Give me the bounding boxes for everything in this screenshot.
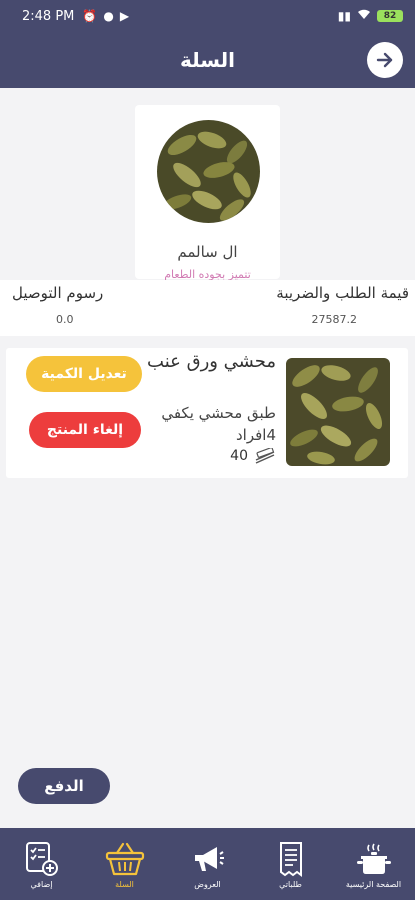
order-summary: قيمة الطلب والضريبة 27587.2 رسوم التوصيل… xyxy=(0,280,415,336)
pay-button[interactable]: الدفع xyxy=(18,768,110,804)
nav-item-orders[interactable]: طلباتي xyxy=(249,840,332,889)
bottom-nav: إضافي السلة العروض طلباتي الصفحة الرئيسي… xyxy=(0,828,415,900)
wifi-icon xyxy=(357,9,371,23)
cart-item: محشي ورق عنب طبق محشي يكفي 4افراد 40 تعد… xyxy=(6,348,408,478)
remove-product-button[interactable]: إلغاء المنتج xyxy=(29,412,141,448)
arrow-right-icon xyxy=(376,52,393,68)
delivery-fee-label: رسوم التوصيل xyxy=(12,284,104,302)
signal-icon: ▮▮ xyxy=(337,9,351,23)
product-image xyxy=(286,358,390,466)
nav-label-orders: طلباتي xyxy=(279,880,302,889)
back-button[interactable] xyxy=(367,42,403,78)
receipt-icon xyxy=(278,840,304,878)
app-bar: السلة xyxy=(0,32,415,88)
quantity-icon xyxy=(255,448,275,464)
nav-label-home: الصفحة الرئيسية xyxy=(345,880,402,889)
order-total-value: 27587.2 xyxy=(311,313,358,326)
store-card: ال سالمم تتميز بجوده الطعام xyxy=(135,105,280,281)
product-description: طبق محشي يكفي 4افراد xyxy=(161,404,276,444)
nav-item-home[interactable]: الصفحة الرئيسية xyxy=(332,840,415,889)
delivery-fee-value: 0.0 xyxy=(56,313,74,326)
nav-item-extra[interactable]: إضافي xyxy=(0,840,83,889)
nav-label-extra: إضافي xyxy=(30,880,53,889)
alarm-icon: ⏰ xyxy=(82,9,98,23)
nav-item-cart[interactable]: السلة xyxy=(83,840,166,889)
nav-item-offers[interactable]: العروض xyxy=(166,840,249,889)
notification-icon: ● xyxy=(103,9,114,23)
quantity-value: 40 xyxy=(230,448,248,464)
status-bar: 2:48 PM ⏰ ● ▶ ▮▮ 82 xyxy=(0,0,415,32)
megaphone-icon xyxy=(191,840,225,878)
store-avatar xyxy=(157,120,260,223)
cart-content: ال سالمم تتميز بجوده الطعام قيمة الطلب و… xyxy=(0,88,415,828)
checklist-add-icon xyxy=(25,840,59,878)
order-total-label: قيمة الطلب والضريبة xyxy=(276,284,409,302)
product-quantity: 40 xyxy=(230,448,276,464)
status-notification-icons: ⏰ ● ▶ xyxy=(82,9,129,23)
status-time: 2:48 PM xyxy=(22,8,75,24)
page-title: السلة xyxy=(179,48,235,72)
basket-icon xyxy=(105,840,145,878)
product-name: محشي ورق عنب xyxy=(147,351,276,372)
edit-quantity-button[interactable]: تعديل الكمية xyxy=(26,356,142,392)
cooking-pot-icon xyxy=(356,840,392,878)
battery-icon: 82 xyxy=(377,10,403,22)
store-name: ال سالمم xyxy=(177,243,238,261)
nav-label-cart: السلة xyxy=(115,880,134,889)
video-icon: ▶ xyxy=(119,9,130,23)
nav-label-offers: العروض xyxy=(194,880,221,889)
status-system-icons: ▮▮ 82 xyxy=(338,9,403,23)
